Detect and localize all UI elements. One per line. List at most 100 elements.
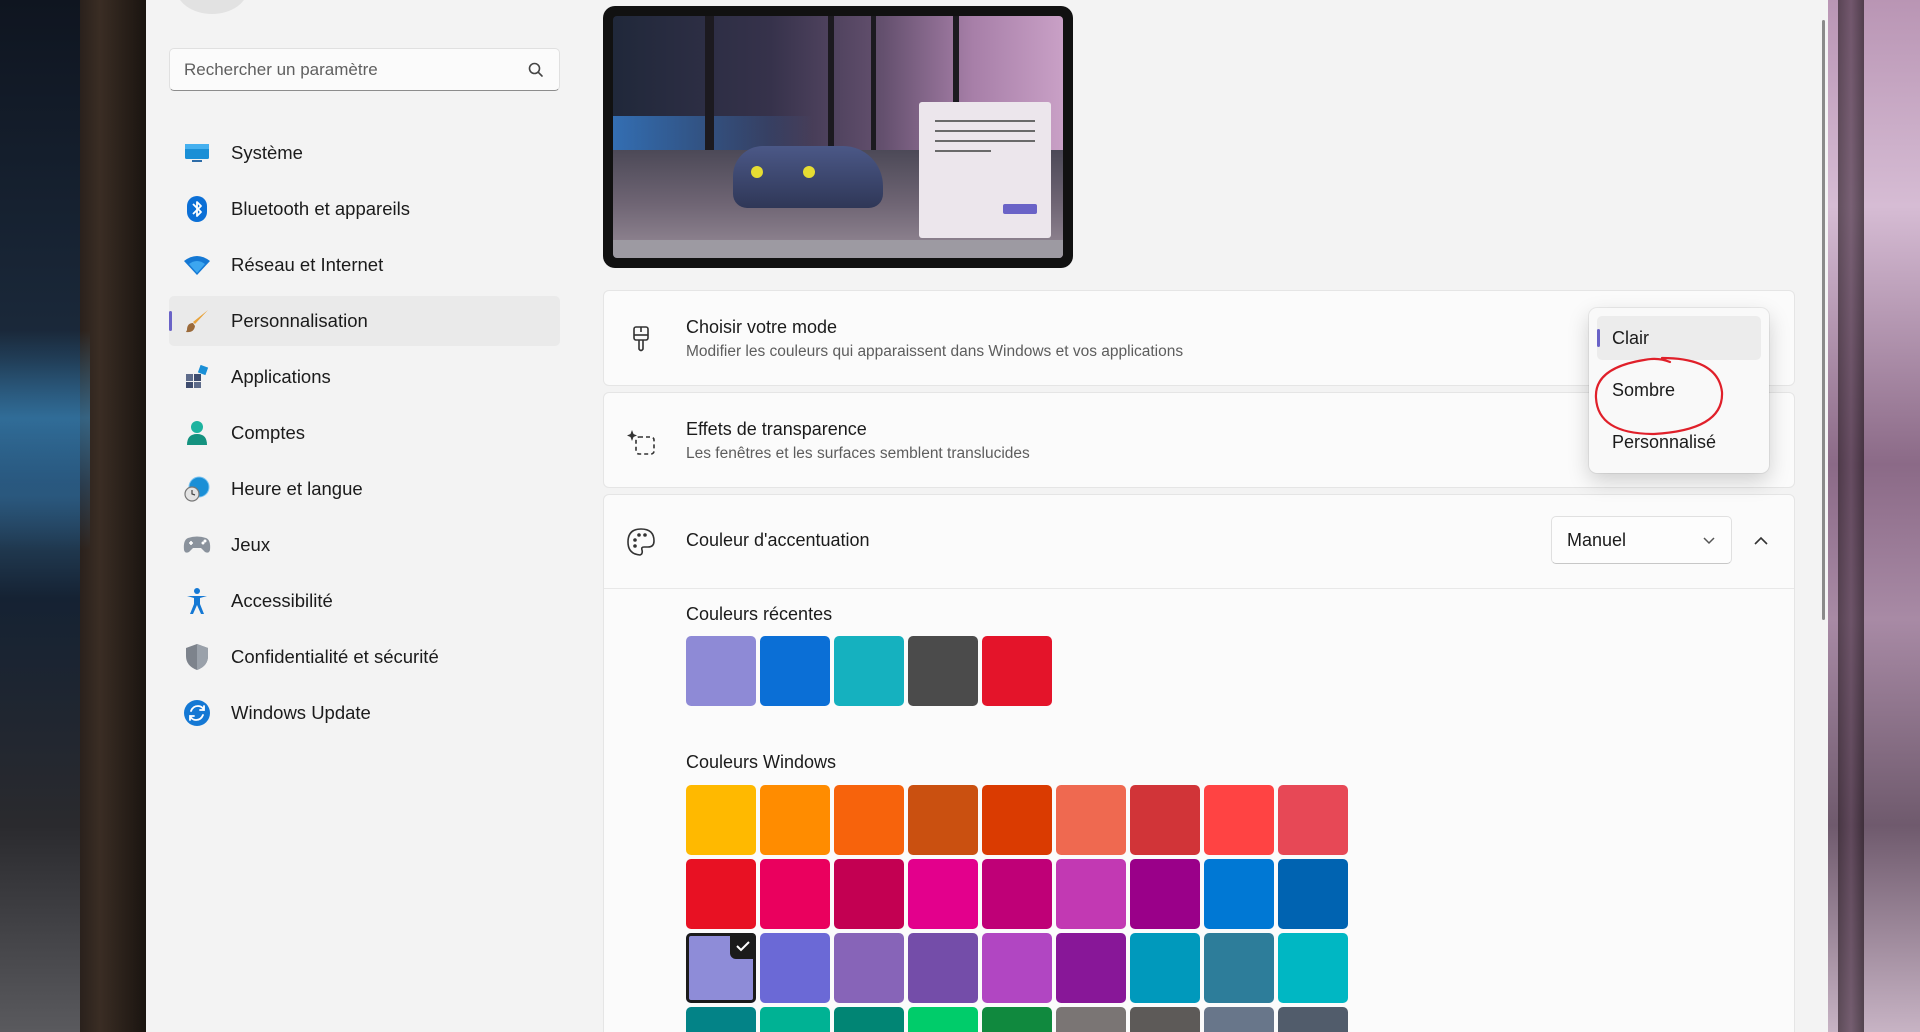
windows-color-swatch[interactable]	[908, 785, 978, 855]
person-icon	[183, 419, 211, 447]
sidebar-item-label: Jeux	[231, 534, 271, 555]
sidebar-item-label: Heure et langue	[231, 478, 363, 499]
mode-option-personnalise[interactable]: Personnalisé	[1597, 420, 1761, 464]
windows-color-swatch[interactable]	[982, 859, 1052, 929]
wifi-icon	[183, 251, 211, 279]
windows-color-swatch[interactable]	[1278, 1007, 1348, 1032]
sidebar-item-applications[interactable]: Applications	[169, 352, 560, 402]
search-input[interactable]	[184, 59, 527, 80]
desktop-wallpaper-left	[0, 0, 146, 1032]
sidebar-item-windows-update[interactable]: Windows Update	[169, 688, 560, 738]
windows-color-swatch[interactable]	[1130, 1007, 1200, 1032]
windows-color-swatch[interactable]	[982, 1007, 1052, 1032]
windows-color-swatch[interactable]	[834, 933, 904, 1003]
dropdown-value: Manuel	[1567, 529, 1627, 550]
windows-color-swatch[interactable]	[1056, 933, 1126, 1003]
collapse-button[interactable]	[1746, 526, 1776, 556]
sidebar-item-label: Réseau et Internet	[231, 254, 384, 275]
gamepad-icon	[183, 531, 211, 559]
windows-color-swatch[interactable]	[686, 859, 756, 929]
bluetooth-icon	[183, 195, 211, 223]
sidebar-item-label: Applications	[231, 366, 331, 387]
windows-color-swatch[interactable]	[1130, 859, 1200, 929]
transparency-subtitle: Les fenêtres et les surfaces semblent tr…	[686, 445, 1030, 462]
sidebar-item-label: Windows Update	[231, 702, 371, 723]
sidebar-item-comptes[interactable]: Comptes	[169, 408, 560, 458]
sidebar-item-accessibilite[interactable]: Accessibilité	[169, 576, 560, 626]
windows-color-swatch[interactable]	[1278, 859, 1348, 929]
theme-preview	[603, 6, 1073, 268]
sidebar-item-reseau[interactable]: Réseau et Internet	[169, 240, 560, 290]
windows-color-swatch[interactable]	[1204, 785, 1274, 855]
windows-color-swatch[interactable]	[1056, 1007, 1126, 1032]
windows-color-swatch[interactable]	[1130, 785, 1200, 855]
mode-title: Choisir votre mode	[686, 317, 838, 337]
sidebar-item-label: Comptes	[231, 422, 306, 443]
globe-clock-icon	[183, 475, 211, 503]
windows-color-swatch[interactable]	[1130, 933, 1200, 1003]
windows-color-swatch[interactable]	[1278, 785, 1348, 855]
recent-color-swatch[interactable]	[686, 636, 756, 706]
palette-icon	[626, 527, 656, 557]
sidebar-item-label: Système	[231, 142, 303, 163]
sidebar-item-label: Personnalisation	[231, 310, 368, 331]
search-icon[interactable]	[527, 61, 545, 79]
transparency-effects-icon	[626, 427, 656, 457]
windows-color-swatch[interactable]	[982, 785, 1052, 855]
chevron-down-icon	[1703, 537, 1715, 545]
windows-colors-label: Couleurs Windows	[686, 752, 837, 772]
mode-option-clair[interactable]: Clair	[1597, 316, 1761, 360]
mode-dropdown-menu: Clair Sombre Personnalisé	[1589, 308, 1769, 473]
accent-title: Couleur d'accentuation	[686, 530, 870, 550]
windows-color-swatch[interactable]	[908, 933, 978, 1003]
sidebar-item-label: Bluetooth et appareils	[231, 198, 410, 219]
windows-color-swatch[interactable]	[760, 933, 830, 1003]
search-box[interactable]	[169, 48, 560, 91]
sidebar-item-bluetooth[interactable]: Bluetooth et appareils	[169, 184, 560, 234]
windows-color-swatch[interactable]	[834, 785, 904, 855]
windows-color-swatch[interactable]	[1278, 933, 1348, 1003]
sidebar-item-label: Accessibilité	[231, 590, 333, 611]
mode-subtitle: Modifier les couleurs qui apparaissent d…	[686, 343, 1184, 360]
update-icon	[183, 699, 211, 727]
windows-color-swatch[interactable]	[834, 859, 904, 929]
sidebar-item-personnalisation[interactable]: Personnalisation	[169, 296, 560, 346]
brush-icon	[183, 307, 211, 335]
sidebar-item-systeme[interactable]: Système	[169, 128, 560, 178]
preview-dialog	[919, 102, 1051, 238]
sidebar-item-jeux[interactable]: Jeux	[169, 520, 560, 570]
apps-icon	[183, 363, 211, 391]
sidebar-nav: Système Bluetooth et appareils Réseau et…	[169, 128, 560, 744]
windows-color-swatch[interactable]	[1204, 859, 1274, 929]
windows-color-swatch[interactable]	[982, 933, 1052, 1003]
windows-color-swatch[interactable]	[1204, 933, 1274, 1003]
windows-color-swatch[interactable]	[686, 933, 756, 1003]
windows-color-swatch[interactable]	[760, 785, 830, 855]
windows-color-swatch[interactable]	[1204, 1007, 1274, 1032]
sidebar-item-heure-langue[interactable]: Heure et langue	[169, 464, 560, 514]
transparency-title: Effets de transparence	[686, 419, 867, 439]
windows-color-swatch[interactable]	[1056, 859, 1126, 929]
windows-color-swatch[interactable]	[760, 859, 830, 929]
recent-color-swatch[interactable]	[760, 636, 830, 706]
windows-color-swatch[interactable]	[834, 1007, 904, 1032]
desktop-wallpaper-right	[1828, 0, 1920, 1032]
windows-color-swatch[interactable]	[686, 785, 756, 855]
mode-option-sombre[interactable]: Sombre	[1597, 368, 1761, 412]
shield-icon	[183, 643, 211, 671]
recent-colors-label: Couleurs récentes	[686, 604, 833, 624]
recent-color-swatch[interactable]	[834, 636, 904, 706]
scrollbar[interactable]	[1822, 20, 1825, 620]
checkmark-icon	[730, 933, 756, 959]
windows-color-swatch[interactable]	[760, 1007, 830, 1032]
recent-color-swatch[interactable]	[982, 636, 1052, 706]
accent-mode-dropdown[interactable]: Manuel	[1551, 516, 1732, 564]
windows-color-swatch[interactable]	[1056, 785, 1126, 855]
sidebar-item-label: Confidentialité et sécurité	[231, 646, 439, 667]
windows-color-swatch[interactable]	[908, 1007, 978, 1032]
sidebar-item-confidentialite[interactable]: Confidentialité et sécurité	[169, 632, 560, 682]
display-icon	[183, 139, 211, 167]
windows-color-swatch[interactable]	[686, 1007, 756, 1032]
windows-color-swatch[interactable]	[908, 859, 978, 929]
recent-color-swatch[interactable]	[908, 636, 978, 706]
